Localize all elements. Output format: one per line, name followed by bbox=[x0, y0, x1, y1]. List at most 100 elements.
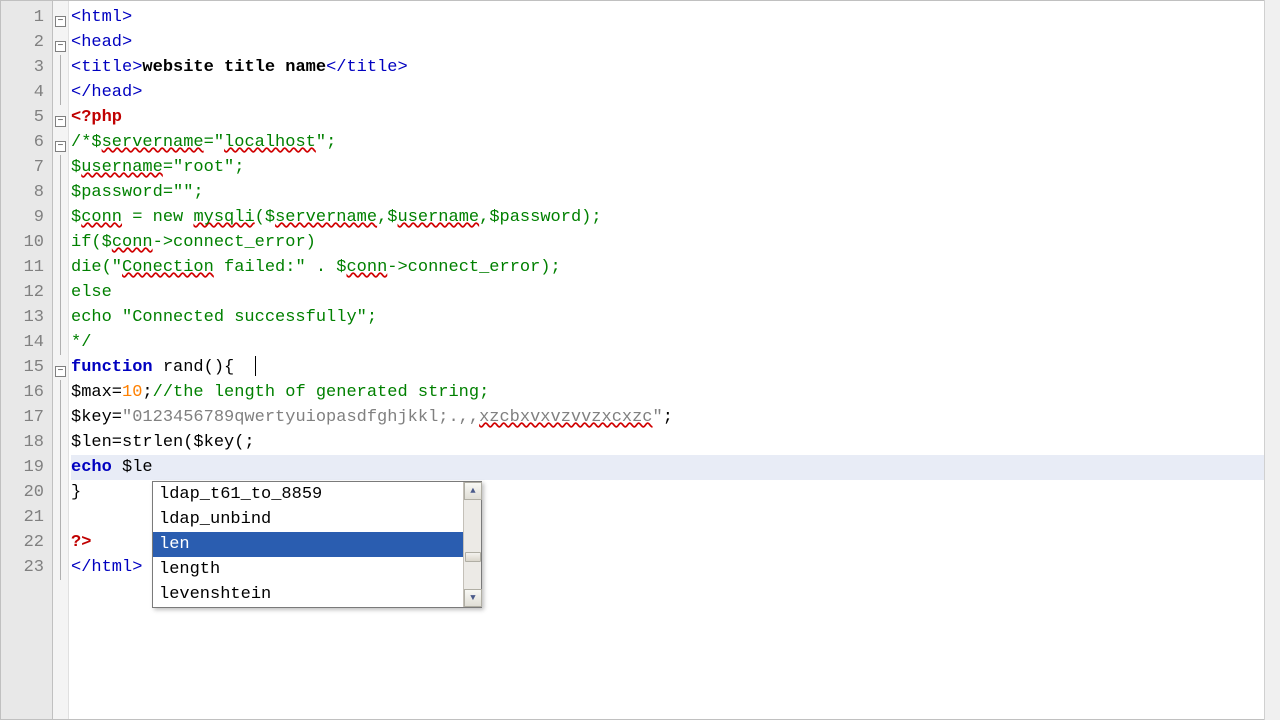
line-number: 23 bbox=[5, 555, 44, 580]
text-cursor bbox=[255, 356, 256, 376]
line-number: 12 bbox=[5, 280, 44, 305]
code-line[interactable]: $username="root"; bbox=[71, 155, 1279, 180]
line-number: 15 bbox=[5, 355, 44, 380]
fold-minus-icon[interactable]: − bbox=[55, 366, 66, 377]
autocomplete-item[interactable]: ldap_t61_to_8859 bbox=[153, 482, 463, 507]
fold-column[interactable]: − − − − − bbox=[53, 1, 69, 719]
line-number: 7 bbox=[5, 155, 44, 180]
fold-guide bbox=[60, 405, 61, 430]
fold-guide bbox=[60, 80, 61, 105]
code-line[interactable]: </head> bbox=[71, 80, 1279, 105]
fold-guide bbox=[60, 330, 61, 355]
fold-cell[interactable] bbox=[53, 180, 68, 205]
code-line[interactable]: */ bbox=[71, 330, 1279, 355]
scroll-thumb[interactable] bbox=[465, 552, 481, 562]
fold-cell[interactable] bbox=[53, 280, 68, 305]
fold-cell[interactable] bbox=[53, 405, 68, 430]
scroll-up-icon[interactable]: ▲ bbox=[464, 482, 482, 500]
fold-guide bbox=[60, 55, 61, 80]
fold-cell[interactable] bbox=[53, 505, 68, 530]
fold-cell[interactable]: − bbox=[53, 130, 68, 155]
fold-minus-icon[interactable]: − bbox=[55, 116, 66, 127]
autocomplete-item[interactable]: ldap_unbind bbox=[153, 507, 463, 532]
fold-minus-icon[interactable]: − bbox=[55, 141, 66, 152]
fold-cell[interactable] bbox=[53, 480, 68, 505]
line-number: 8 bbox=[5, 180, 44, 205]
code-line[interactable]: if($conn->connect_error) bbox=[71, 230, 1279, 255]
fold-guide bbox=[60, 430, 61, 455]
fold-cell[interactable] bbox=[53, 55, 68, 80]
fold-cell[interactable] bbox=[53, 430, 68, 455]
code-line[interactable]: $len=strlen($key(; bbox=[71, 430, 1279, 455]
fold-guide bbox=[60, 180, 61, 205]
line-number: 6 bbox=[5, 130, 44, 155]
code-line[interactable]: else bbox=[71, 280, 1279, 305]
code-line[interactable]: <head> bbox=[71, 30, 1279, 55]
fold-cell[interactable] bbox=[53, 380, 68, 405]
fold-guide bbox=[60, 205, 61, 230]
fold-cell[interactable] bbox=[53, 530, 68, 555]
scroll-down-icon[interactable]: ▼ bbox=[464, 589, 482, 607]
fold-guide bbox=[60, 305, 61, 330]
fold-minus-icon[interactable]: − bbox=[55, 41, 66, 52]
code-line[interactable]: /*$servername="localhost"; bbox=[71, 130, 1279, 155]
code-line[interactable]: $key="0123456789qwertyuiopasdfghjkkl;.,,… bbox=[71, 405, 1279, 430]
line-number: 20 bbox=[5, 480, 44, 505]
fold-guide bbox=[60, 505, 61, 530]
line-number: 19 bbox=[5, 455, 44, 480]
code-line[interactable]: <?php bbox=[71, 105, 1279, 130]
fold-cell[interactable] bbox=[53, 80, 68, 105]
fold-guide bbox=[60, 155, 61, 180]
line-number: 2 bbox=[5, 30, 44, 55]
code-line[interactable]: $password=""; bbox=[71, 180, 1279, 205]
code-line[interactable]: echo "Connected successfully"; bbox=[71, 305, 1279, 330]
line-number: 10 bbox=[5, 230, 44, 255]
code-editor[interactable]: 1234567891011121314151617181920212223 −−… bbox=[0, 0, 1280, 720]
fold-cell[interactable] bbox=[53, 555, 68, 580]
fold-guide bbox=[60, 530, 61, 555]
code-line-active[interactable]: echo $le bbox=[71, 455, 1279, 480]
line-number: 9 bbox=[5, 205, 44, 230]
fold-guide bbox=[60, 380, 61, 405]
fold-cell[interactable]: − bbox=[53, 30, 68, 55]
fold-guide bbox=[60, 455, 61, 480]
code-line[interactable]: $max=10;//the length of generated string… bbox=[71, 380, 1279, 405]
line-number: 11 bbox=[5, 255, 44, 280]
fold-cell[interactable] bbox=[53, 155, 68, 180]
fold-guide bbox=[60, 555, 61, 580]
vertical-scrollbar[interactable] bbox=[1264, 0, 1280, 720]
fold-cell[interactable] bbox=[53, 205, 68, 230]
fold-guide bbox=[60, 280, 61, 305]
code-line[interactable]: <title>website title name</title> bbox=[71, 55, 1279, 80]
line-number: 5 bbox=[5, 105, 44, 130]
fold-cell[interactable] bbox=[53, 455, 68, 480]
autocomplete-item[interactable]: levenshtein bbox=[153, 582, 463, 607]
line-number: 17 bbox=[5, 405, 44, 430]
code-line[interactable]: die("Conection failed:" . $conn->connect… bbox=[71, 255, 1279, 280]
fold-guide bbox=[60, 230, 61, 255]
autocomplete-scrollbar[interactable]: ▲ ▼ bbox=[463, 482, 481, 607]
fold-cell[interactable] bbox=[53, 255, 68, 280]
fold-minus-icon[interactable]: − bbox=[55, 16, 66, 27]
fold-guide bbox=[60, 255, 61, 280]
code-line[interactable]: function rand(){ bbox=[71, 355, 1279, 380]
line-number: 4 bbox=[5, 80, 44, 105]
line-number-gutter: 1234567891011121314151617181920212223 bbox=[1, 1, 53, 719]
fold-cell[interactable]: − bbox=[53, 355, 68, 380]
autocomplete-item[interactable]: len bbox=[153, 532, 463, 557]
fold-cell[interactable] bbox=[53, 330, 68, 355]
line-number: 21 bbox=[5, 505, 44, 530]
fold-cell[interactable]: − bbox=[53, 105, 68, 130]
fold-cell[interactable]: − bbox=[53, 5, 68, 30]
line-number: 22 bbox=[5, 530, 44, 555]
fold-guide bbox=[60, 480, 61, 505]
fold-cell[interactable] bbox=[53, 305, 68, 330]
line-number: 16 bbox=[5, 380, 44, 405]
autocomplete-item[interactable]: length bbox=[153, 557, 463, 582]
code-area[interactable]: <html> <head> <title>website title name<… bbox=[69, 1, 1279, 719]
autocomplete-popup[interactable]: ldap_t61_to_8859ldap_unbindlenlengthleve… bbox=[152, 481, 482, 608]
line-number: 14 bbox=[5, 330, 44, 355]
code-line[interactable]: <html> bbox=[71, 5, 1279, 30]
fold-cell[interactable] bbox=[53, 230, 68, 255]
code-line[interactable]: $conn = new mysqli($servername,$username… bbox=[71, 205, 1279, 230]
